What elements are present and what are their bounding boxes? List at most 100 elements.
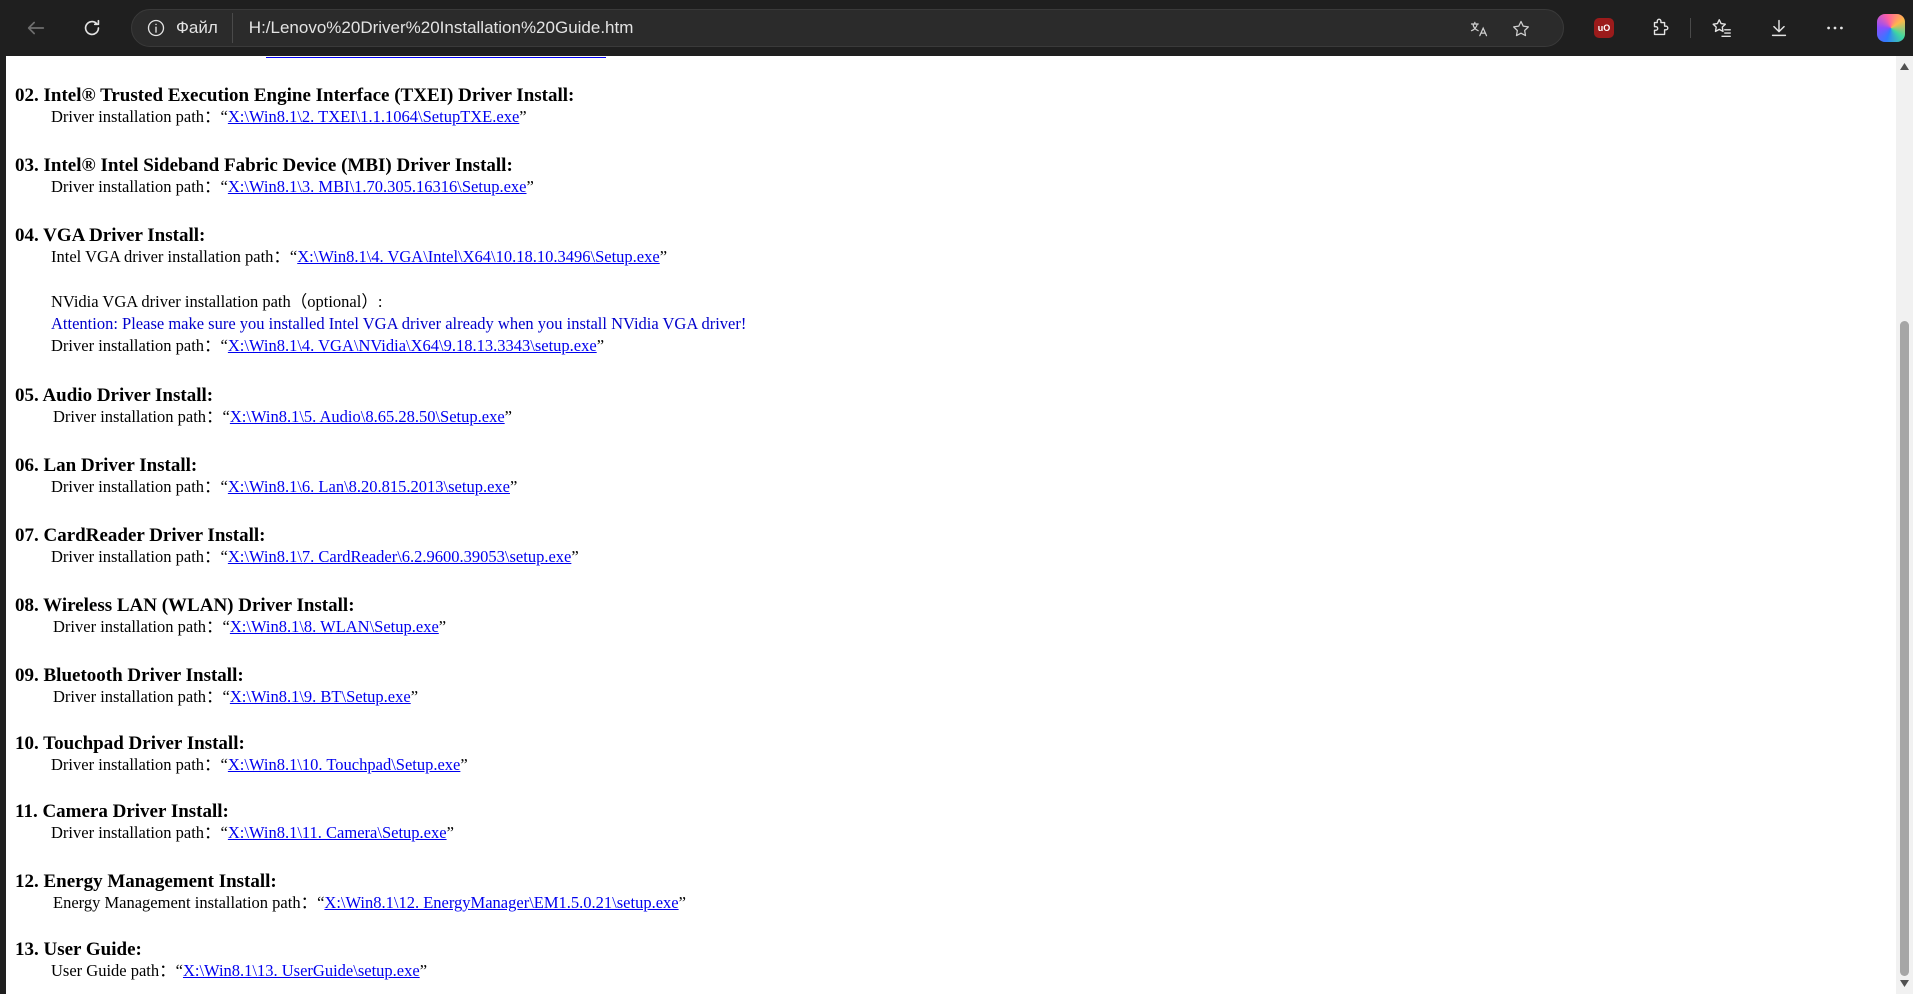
path-label: Energy Management installation path： <box>53 893 318 912</box>
quote-open: “ <box>222 687 230 706</box>
install-path-line: Driver installation path：“X:\Win8.1\5. A… <box>53 407 512 427</box>
toolbar-separator <box>1690 18 1691 38</box>
install-path-line: Driver installation path：“X:\Win8.1\2. T… <box>51 107 527 127</box>
quote-open: “ <box>220 823 228 842</box>
section-touchpad: 10. Touchpad Driver Install: <box>15 733 245 755</box>
path-label: Driver installation path： <box>53 687 223 706</box>
section-wlan: 08. Wireless LAN (WLAN) Driver Install: <box>15 595 355 617</box>
quote-close: ” <box>678 893 686 912</box>
install-path-line: Driver installation path：“X:\Win8.1\4. V… <box>51 336 604 356</box>
quote-close: ” <box>519 107 527 126</box>
scroll-down-button[interactable] <box>1896 975 1913 992</box>
install-path-line: Driver installation path：“X:\Win8.1\3. M… <box>51 177 534 197</box>
triangle-up-icon <box>1900 63 1909 70</box>
install-path-line: Driver installation path：“X:\Win8.1\6. L… <box>51 477 517 497</box>
driver-path-link[interactable]: X:\Win8.1\8. WLAN\Setup.exe <box>230 617 439 636</box>
page-viewport: 02. Intel® Trusted Execution Engine Inte… <box>6 56 1896 994</box>
driver-path-link[interactable]: X:\Win8.1\4. VGA\NVidia\X64\9.18.13.3343… <box>228 336 597 355</box>
vertical-scrollbar[interactable] <box>1896 56 1913 994</box>
translate-icon <box>1470 21 1488 37</box>
path-label: User Guide path： <box>51 961 176 980</box>
driver-path-link[interactable]: X:\Win8.1\12. EnergyManager\EM1.5.0.21\s… <box>324 893 678 912</box>
copilot-button[interactable] <box>1871 8 1911 48</box>
driver-path-link[interactable]: X:\Win8.1\6. Lan\8.20.815.2013\setup.exe <box>228 477 510 496</box>
quote-open: “ <box>220 336 228 355</box>
section-title: 06. Lan Driver Install: <box>15 455 198 476</box>
downloads-button[interactable] <box>1759 8 1799 48</box>
install-path-line: Driver installation path：“X:\Win8.1\8. W… <box>53 617 446 637</box>
quote-close: ” <box>659 247 668 266</box>
section-title: 12. Energy Management Install: <box>15 871 277 892</box>
section-energy-management: 12. Energy Management Install: <box>15 871 277 893</box>
path-label: Driver installation path： <box>53 617 223 636</box>
address-bar[interactable]: Файл H:/Lenovo%20Driver%20Installation%2… <box>131 9 1564 47</box>
path-label: Driver installation path： <box>53 407 223 426</box>
install-path-line: Driver installation path：“X:\Win8.1\10. … <box>51 755 468 775</box>
quote-close: ” <box>526 177 534 196</box>
driver-path-link[interactable]: X:\Win8.1\10. Touchpad\Setup.exe <box>228 755 461 774</box>
section-title: 10. Touchpad Driver Install: <box>15 733 245 754</box>
quote-open: “ <box>175 961 183 980</box>
more-dots-icon <box>1827 26 1843 30</box>
section-title: 02. Intel® Trusted Execution Engine Inte… <box>15 85 575 106</box>
site-label: Файл <box>176 18 218 37</box>
section-title: 03. Intel® Intel Sideband Fabric Device … <box>15 155 513 176</box>
back-button[interactable] <box>16 8 56 48</box>
install-path-line: Intel VGA driver installation path：“X:\W… <box>51 247 667 267</box>
quote-close: ” <box>596 336 605 355</box>
driver-path-link[interactable]: X:\Win8.1\4. VGA\Intel\X64\10.18.10.3496… <box>297 247 659 266</box>
nvidia-optional-label: NVidia VGA driver installation path（opti… <box>51 292 383 311</box>
favorite-button[interactable] <box>1506 14 1536 44</box>
quote-close: ” <box>446 823 454 842</box>
refresh-button[interactable] <box>72 8 112 48</box>
ublock-badge: uO <box>1597 23 1611 33</box>
section-mbi: 03. Intel® Intel Sideband Fabric Device … <box>15 155 513 177</box>
extensions-button[interactable] <box>1640 8 1680 48</box>
path-label: Driver installation path： <box>51 823 221 842</box>
info-icon <box>147 19 165 37</box>
section-title: 09. Bluetooth Driver Install: <box>15 665 244 686</box>
quote-close: ” <box>571 547 579 566</box>
path-label: Driver installation path： <box>51 177 221 196</box>
install-path-line: Energy Management installation path：“X:\… <box>53 893 686 913</box>
section-vga: 04. VGA Driver Install: <box>15 225 205 247</box>
copilot-icon <box>1877 14 1905 42</box>
section-lan: 06. Lan Driver Install: <box>15 455 197 477</box>
install-path-line: Driver installation path：“X:\Win8.1\9. B… <box>53 687 418 707</box>
path-label: Driver installation path： <box>51 755 221 774</box>
download-icon <box>1771 19 1787 37</box>
favorites-button[interactable] <box>1702 8 1742 48</box>
clipped-link-remnant <box>266 56 606 58</box>
quote-close: ” <box>460 755 468 774</box>
quote-close: ” <box>419 961 428 980</box>
driver-path-link[interactable]: X:\Win8.1\3. MBI\1.70.305.16316\Setup.ex… <box>228 177 527 196</box>
read-aloud-button[interactable] <box>1464 14 1494 44</box>
more-menu-button[interactable] <box>1815 8 1855 48</box>
quote-close: ” <box>509 477 518 496</box>
scroll-thumb[interactable] <box>1900 321 1909 976</box>
quote-open: “ <box>220 107 228 126</box>
install-path-line: Driver installation path：“X:\Win8.1\11. … <box>51 823 454 843</box>
puzzle-icon <box>1653 18 1669 36</box>
quote-open: “ <box>220 177 228 196</box>
section-bluetooth: 09. Bluetooth Driver Install: <box>15 665 244 687</box>
url-text[interactable]: H:/Lenovo%20Driver%20Installation%20Guid… <box>249 18 634 38</box>
section-title: 08. Wireless LAN (WLAN) Driver Install: <box>15 595 355 616</box>
triangle-down-icon <box>1900 980 1909 987</box>
ublock-extension-button[interactable]: uO <box>1584 8 1624 48</box>
quote-open: “ <box>220 547 228 566</box>
driver-path-link[interactable]: X:\Win8.1\13. UserGuide\setup.exe <box>183 961 420 980</box>
driver-path-link[interactable]: X:\Win8.1\11. Camera\Setup.exe <box>228 823 447 842</box>
quote-close: ” <box>410 687 419 706</box>
back-arrow-icon <box>27 21 45 35</box>
section-title: 11. Camera Driver Install: <box>15 801 229 822</box>
refresh-icon <box>84 19 100 36</box>
driver-path-link[interactable]: X:\Win8.1\7. CardReader\6.2.9600.39053\s… <box>228 547 571 566</box>
section-title: 07. CardReader Driver Install: <box>15 525 266 546</box>
driver-path-link[interactable]: X:\Win8.1\9. BT\Setup.exe <box>230 687 411 706</box>
site-info-button[interactable]: Файл <box>146 13 233 43</box>
driver-path-link[interactable]: X:\Win8.1\5. Audio\8.65.28.50\Setup.exe <box>230 407 505 426</box>
driver-path-link[interactable]: X:\Win8.1\2. TXEI\1.1.1064\SetupTXE.exe <box>228 107 519 126</box>
scroll-up-button[interactable] <box>1896 58 1913 75</box>
section-title: 13. User Guide: <box>15 939 142 960</box>
